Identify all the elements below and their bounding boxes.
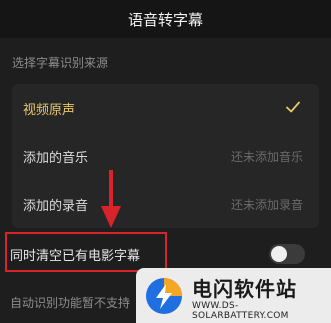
source-option-status: 还未添加录音 xyxy=(230,198,303,212)
lightning-logo xyxy=(146,278,182,314)
source-list: 视频原声 添加的音乐 还未添加音乐 添加的录音 还未添加录音 xyxy=(12,84,319,228)
source-option-label: 视频原声 xyxy=(23,103,76,118)
section-label: 选择字幕识别来源 xyxy=(12,56,109,70)
page-title: 语音转字幕 xyxy=(127,11,203,29)
clear-subtitles-toggle[interactable] xyxy=(269,244,305,264)
source-option-label: 添加的录音 xyxy=(23,199,89,214)
watermark-subtitle: WWW.DS-SOLARBATTERY.COM xyxy=(192,301,289,321)
watermark-title: 电闪软件站 xyxy=(192,277,297,301)
highlight-box-annotation xyxy=(5,232,167,272)
top-bar: 语音转字幕 xyxy=(0,0,331,38)
source-option-label: 添加的音乐 xyxy=(23,151,89,166)
source-option-status: 还未添加音乐 xyxy=(230,150,303,164)
footer-note: 自动识别功能暂不支持 xyxy=(10,296,131,310)
source-option-added-music[interactable]: 添加的音乐 还未添加音乐 xyxy=(12,132,319,180)
watermark: 电闪软件站 WWW.DS-SOLARBATTERY.COM xyxy=(136,268,331,323)
down-arrow-annotation xyxy=(101,170,121,228)
toggle-knob xyxy=(271,246,287,262)
check-icon xyxy=(286,101,300,113)
source-option-original-audio[interactable]: 视频原声 xyxy=(12,84,319,132)
source-option-added-recording[interactable]: 添加的录音 还未添加录音 xyxy=(12,180,319,228)
